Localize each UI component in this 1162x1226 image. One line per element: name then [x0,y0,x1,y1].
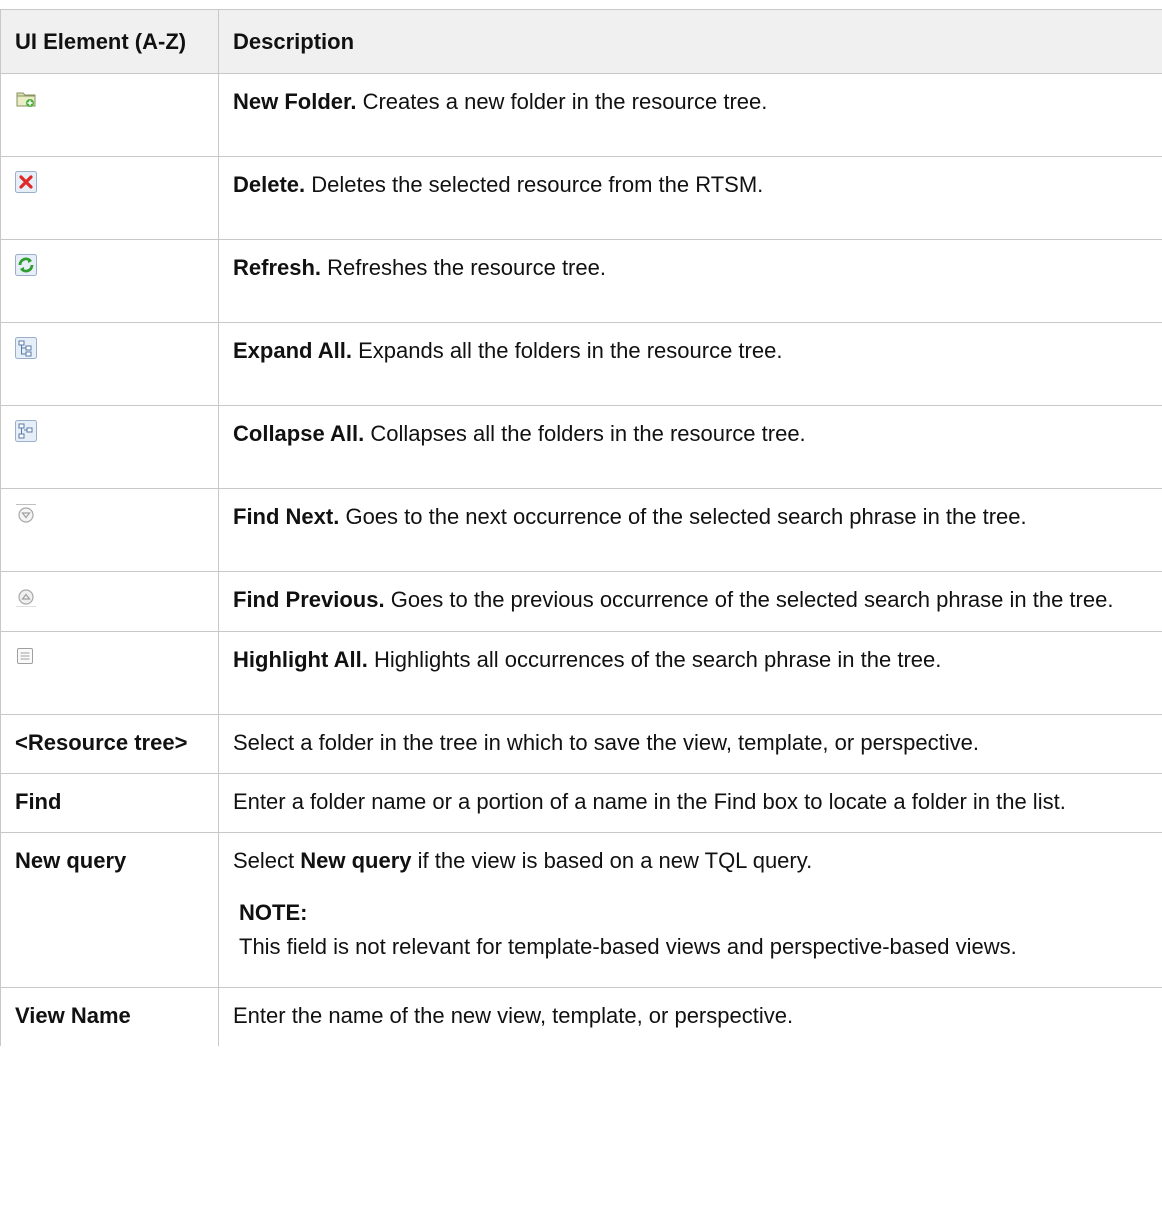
ui-elements-table: UI Element (A-Z) Description New Folder.… [0,9,1162,1046]
row-title: Delete. [233,172,306,197]
row-description: Refreshes the resource tree. [321,255,606,280]
table-row: Find Next. Goes to the next occurrence o… [0,488,1162,572]
row-title: Collapse All. [233,421,365,446]
find-label: Find [15,789,62,814]
table-row: New query Select New query if the view i… [0,832,1162,988]
new-folder-icon [15,88,37,110]
row-title: Refresh. [233,255,322,280]
note-title: NOTE: [239,900,308,925]
header-ui-element: UI Element (A-Z) [0,9,219,74]
table-row: <Resource tree> Select a folder in the t… [0,714,1162,774]
table-row: Highlight All. Highlights all occurrence… [0,631,1162,715]
note-text: This field is not relevant for template-… [239,934,1017,959]
view-name-description: Enter the name of the new view, template… [218,987,1162,1046]
refresh-icon [15,254,37,276]
expand-all-icon [15,337,37,359]
resource-tree-label: <Resource tree> [15,730,188,755]
resource-tree-description: Select a folder in the tree in which to … [218,714,1162,774]
table-row: Expand All. Expands all the folders in t… [0,322,1162,406]
row-description: Goes to the previous occurrence of the s… [384,587,1114,612]
collapse-all-icon [15,420,37,442]
table-row: Find Previous. Goes to the previous occu… [0,571,1162,632]
table-row: View Name Enter the name of the new view… [0,987,1162,1046]
table-row: Refresh. Refreshes the resource tree. [0,239,1162,323]
find-description: Enter a folder name or a portion of a na… [218,773,1162,833]
row-title: Find Next. [233,504,340,529]
table-row: Collapse All. Collapses all the folders … [0,405,1162,489]
find-next-icon [15,503,37,525]
row-description: Highlights all occurrences of the search… [367,647,942,672]
row-description: Collapses all the folders in the resourc… [364,421,806,446]
row-description: Goes to the next occurrence of the selec… [339,504,1027,529]
header-description: Description [218,9,1162,74]
row-description: Expands all the folders in the resource … [351,338,783,363]
new-query-description: Select New query if the view is based on… [233,848,813,873]
table-header-row: UI Element (A-Z) Description [0,9,1162,74]
find-previous-icon [15,586,37,608]
new-query-label: New query [15,848,127,873]
table-row: Find Enter a folder name or a portion of… [0,773,1162,833]
table-row: Delete. Deletes the selected resource fr… [0,156,1162,240]
row-description: Creates a new folder in the resource tre… [356,89,768,114]
row-title: Find Previous. [233,587,385,612]
row-title: Highlight All. [233,647,368,672]
row-title: Expand All. [233,338,352,363]
view-name-label: View Name [15,1003,131,1028]
table-row: New Folder. Creates a new folder in the … [0,73,1162,157]
delete-icon [15,171,37,193]
row-title: New Folder. [233,89,357,114]
row-description: Deletes the selected resource from the R… [305,172,764,197]
highlight-all-icon [15,646,37,668]
